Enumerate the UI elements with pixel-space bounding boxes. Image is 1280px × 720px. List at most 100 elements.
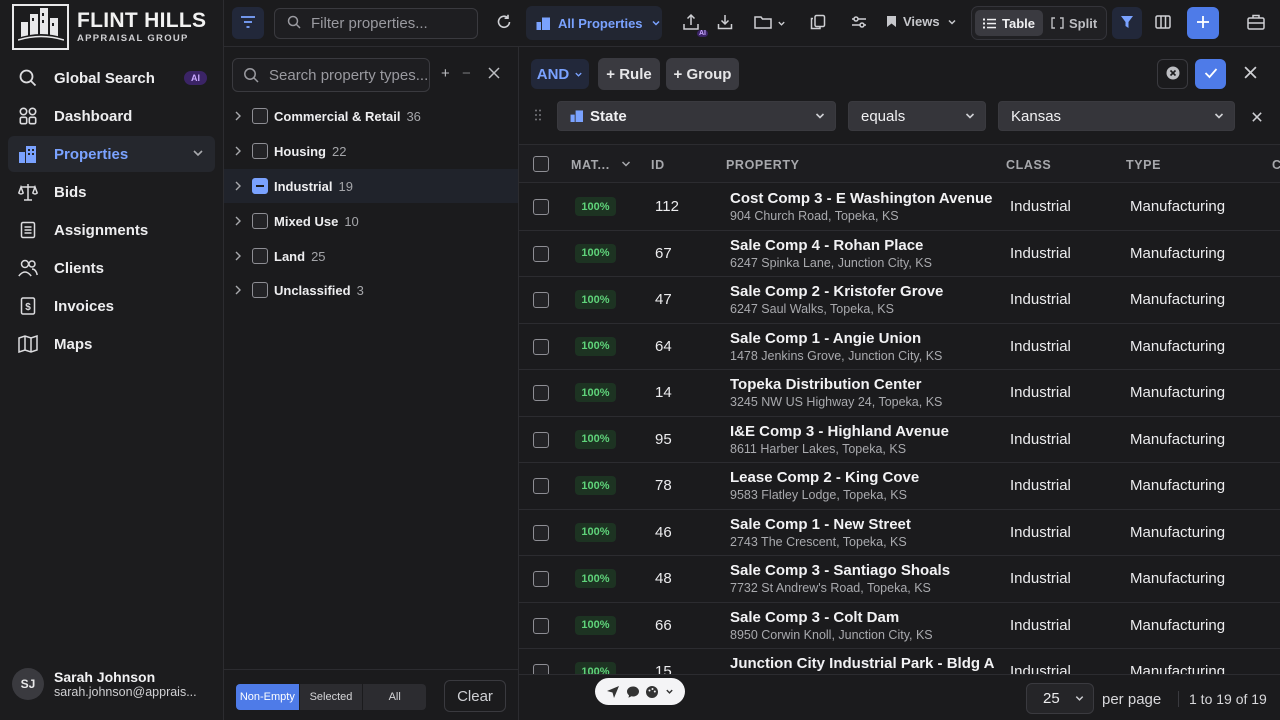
row-checkbox[interactable] xyxy=(533,385,549,401)
rule-value-select[interactable]: Kansas xyxy=(998,101,1235,131)
chevron-down-icon[interactable] xyxy=(620,158,632,170)
expand-all-icon[interactable]: + xyxy=(441,65,450,82)
row-checkbox[interactable] xyxy=(533,478,549,494)
nav-item-bids[interactable]: Bids xyxy=(8,174,215,210)
clear-filter-button[interactable] xyxy=(1157,59,1188,89)
close-filter-button[interactable] xyxy=(1235,59,1266,89)
user-profile[interactable]: SJ Sarah Johnson sarah.johnson@apprais..… xyxy=(12,668,197,700)
column-header-class[interactable]: CLASS xyxy=(1006,158,1051,172)
column-header-next[interactable]: C xyxy=(1272,158,1280,172)
tree-item-unclassified[interactable]: Unclassified 3 xyxy=(224,273,518,307)
select-all-checkbox[interactable] xyxy=(533,156,549,172)
table-row[interactable]: 100% 48 Sale Comp 3 - Santiago Shoals 7732 … xyxy=(519,556,1280,603)
cell-property-name[interactable]: Sale Comp 3 - Santiago Shoals xyxy=(730,562,950,579)
column-header-property[interactable]: PROPERTY xyxy=(726,158,800,172)
columns-button[interactable] xyxy=(1150,7,1176,39)
chevron-right-icon[interactable] xyxy=(234,109,246,124)
row-checkbox[interactable] xyxy=(533,431,549,448)
add-group-button[interactable]: + Group xyxy=(666,58,739,90)
row-checkbox[interactable] xyxy=(533,571,549,587)
filter-properties-input[interactable]: Filter properties... xyxy=(274,8,478,39)
table-row[interactable]: 100% 78 Lease Comp 2 - King Cove 9583 Flatl… xyxy=(519,463,1280,510)
tree-item-commercial-retail[interactable]: Commercial & Retail 36 xyxy=(224,99,518,133)
table-row[interactable]: 100% 14 Topeka Distribution Center 3245 NW … xyxy=(519,370,1280,417)
table-row[interactable]: 100% 46 Sale Comp 1 - New Street 2743 The C… xyxy=(519,510,1280,556)
chevron-right-icon[interactable] xyxy=(234,144,246,159)
cell-property-name[interactable]: I&E Comp 3 - Highland Avenue xyxy=(730,423,949,440)
chevron-right-icon[interactable] xyxy=(234,214,246,229)
nav-item-properties[interactable]: Properties xyxy=(8,136,215,172)
cell-property-name[interactable]: Sale Comp 3 - Colt Dam xyxy=(730,609,899,626)
chevron-down-icon[interactable] xyxy=(665,687,674,696)
column-header-id[interactable]: ID xyxy=(651,158,665,172)
row-checkbox[interactable] xyxy=(533,338,549,355)
tree-checkbox[interactable] xyxy=(252,143,268,159)
tree-item-housing[interactable]: Housing 22 xyxy=(224,134,518,168)
refresh-button[interactable] xyxy=(490,7,518,39)
remove-rule-icon[interactable] xyxy=(1252,112,1262,122)
property-type-search-input[interactable]: Search property types... xyxy=(232,58,430,92)
brand-logo[interactable]: FLINT HILLS APPRAISAL GROUP xyxy=(12,4,212,50)
rule-field-select[interactable]: State xyxy=(557,101,836,131)
active-filter-button[interactable] xyxy=(1112,7,1142,39)
cell-property-name[interactable]: Cost Comp 3 - E Washington Avenue xyxy=(730,190,993,207)
nav-item-assignments[interactable]: Assignments xyxy=(8,212,215,248)
toggle-non-empty[interactable]: Non-Empty xyxy=(236,684,300,710)
nav-item-global-search[interactable]: Global Search AI xyxy=(8,60,215,96)
row-checkbox[interactable] xyxy=(533,524,549,541)
duplicate-button[interactable] xyxy=(806,7,830,39)
cell-property-name[interactable]: Junction City Industrial Park - Bldg A xyxy=(730,655,994,672)
folder-menu-button[interactable] xyxy=(750,7,790,39)
table-row[interactable]: 100% 64 Sale Comp 1 - Angie Union 1478 Jenk… xyxy=(519,324,1280,370)
tree-checkbox[interactable] xyxy=(252,213,268,229)
rule-operator-select[interactable]: equals xyxy=(848,101,986,131)
tree-checkbox[interactable] xyxy=(252,248,268,264)
nav-item-dashboard[interactable]: Dashboard xyxy=(8,98,215,134)
combinator-dropdown[interactable]: AND xyxy=(531,59,589,89)
palette-icon[interactable] xyxy=(645,685,659,699)
toggle-all[interactable]: All xyxy=(363,684,426,710)
drag-handle-icon[interactable] xyxy=(535,109,541,121)
chevron-down-icon[interactable] xyxy=(191,146,205,164)
tree-checkbox-indeterminate[interactable] xyxy=(252,178,268,194)
add-rule-button[interactable]: + Rule xyxy=(598,58,660,90)
apply-filter-button[interactable] xyxy=(1195,59,1226,89)
tree-item-industrial[interactable]: Industrial 19 xyxy=(224,169,518,203)
chevron-right-icon[interactable] xyxy=(234,179,246,194)
nav-item-clients[interactable]: Clients xyxy=(8,250,215,286)
filter-toggle-button[interactable] xyxy=(232,7,264,39)
cell-property-name[interactable]: Sale Comp 1 - New Street xyxy=(730,516,911,533)
briefcase-button[interactable] xyxy=(1242,7,1270,39)
chevron-right-icon[interactable] xyxy=(234,283,246,298)
clear-button[interactable]: Clear xyxy=(444,680,506,712)
tree-checkbox[interactable] xyxy=(252,282,268,298)
comment-icon[interactable] xyxy=(626,685,640,699)
cell-property-name[interactable]: Lease Comp 2 - King Cove xyxy=(730,469,919,486)
table-row[interactable]: 100% 67 Sale Comp 4 - Rohan Place 6247 Spin… xyxy=(519,231,1280,277)
nav-item-maps[interactable]: Maps xyxy=(8,326,215,362)
table-row[interactable]: 100% 47 Sale Comp 2 - Kristofer Grove 6247 … xyxy=(519,277,1280,324)
tree-item-mixed-use[interactable]: Mixed Use 10 xyxy=(224,204,518,238)
column-header-match[interactable]: MAT... xyxy=(571,158,610,172)
nav-item-invoices[interactable]: $ Invoices xyxy=(8,288,215,324)
tree-item-land[interactable]: Land 25 xyxy=(224,239,518,273)
collapse-all-icon[interactable]: − xyxy=(462,65,471,82)
send-icon[interactable] xyxy=(606,685,620,699)
close-icon[interactable] xyxy=(488,66,500,83)
chevron-right-icon[interactable] xyxy=(234,249,246,264)
cell-property-name[interactable]: Sale Comp 2 - Kristofer Grove xyxy=(730,283,943,300)
cell-property-name[interactable]: Topeka Distribution Center xyxy=(730,376,921,393)
cell-property-name[interactable]: Sale Comp 4 - Rohan Place xyxy=(730,237,923,254)
row-checkbox[interactable] xyxy=(533,292,549,308)
table-view-button[interactable]: Table xyxy=(975,10,1043,36)
table-row[interactable]: 100% 95 I&E Comp 3 - Highland Avenue 8611 H… xyxy=(519,417,1280,463)
saved-view-dropdown[interactable]: All Properties xyxy=(526,6,662,40)
row-checkbox[interactable] xyxy=(533,617,549,634)
ai-import-button[interactable]: AI xyxy=(676,7,708,39)
split-view-button[interactable]: Split xyxy=(1043,10,1105,36)
column-header-type[interactable]: TYPE xyxy=(1126,158,1161,172)
tree-checkbox[interactable] xyxy=(252,108,268,124)
table-row[interactable]: 100% 112 Cost Comp 3 - E Washington Avenue… xyxy=(519,184,1280,231)
page-size-select[interactable]: 25 xyxy=(1026,683,1094,714)
add-property-button[interactable] xyxy=(1187,7,1219,39)
